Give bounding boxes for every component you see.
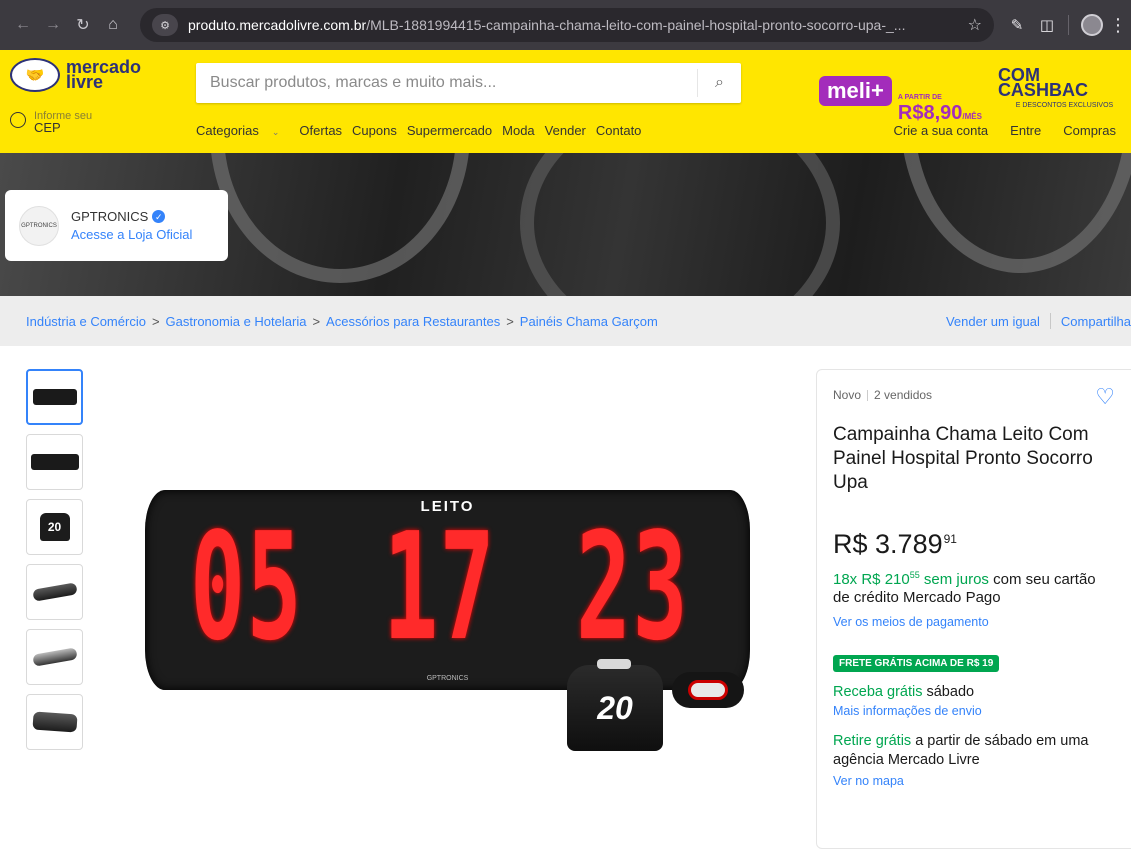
store-logo: GPTRONICS [19, 205, 59, 246]
favorite-heart-icon[interactable]: ♡ [1095, 384, 1115, 410]
nav-moda[interactable]: Moda [502, 123, 535, 138]
breadcrumb-separator: > [312, 313, 321, 329]
account-nav: Crie a sua conta Entre Compras [872, 123, 1117, 138]
sell-same-link[interactable]: Vender um igual [946, 314, 1040, 329]
nav-categorias[interactable]: Categorias ⌄ [196, 123, 289, 138]
product-price: R$ 3.78991 [833, 529, 957, 559]
home-icon[interactable]: ⌂ [98, 10, 128, 40]
url-host: produto.mercadolivre.com.br [188, 17, 367, 33]
main-nav: Categorias ⌄ Ofertas Cupons Supermercado … [196, 123, 651, 138]
thumbnail-panel-side[interactable] [26, 564, 83, 620]
address-bar[interactable]: ⚙ produto.mercadolivre.com.br /MLB-18819… [140, 8, 994, 42]
thumbnail-panel-front[interactable] [26, 369, 83, 425]
product-main-image[interactable]: LEITO 05 17 23 GPTRONICS [145, 490, 750, 690]
logo-wordmark: mercado livre [66, 57, 142, 92]
shipping-info-link[interactable]: Mais informações de envio [833, 704, 1129, 718]
purchases-link[interactable]: Compras [1063, 123, 1116, 138]
browser-toolbar: ← → ↻ ⌂ ⚙ produto.mercadolivre.com.br /M… [0, 0, 1131, 50]
verified-check-icon: ✓ [152, 210, 166, 223]
callbox-thumb-image: 20 [39, 513, 70, 541]
remote-button-image [672, 672, 744, 708]
search-input[interactable] [196, 63, 697, 103]
browser-menu-icon[interactable]: ⋮ [1109, 15, 1127, 36]
product-title: Campainha Chama Leito Com Painel Hospita… [833, 424, 1093, 493]
create-account-link[interactable]: Crie a sua conta [894, 123, 989, 138]
nav-ofertas[interactable]: Ofertas [299, 123, 342, 138]
extensions-puzzle-icon[interactable]: ◫ [1032, 10, 1062, 40]
forward-icon[interactable]: → [38, 10, 68, 40]
banner-decoration [210, 153, 470, 283]
store-banner: GPTRONICS GPTRONICS ✓ Acesse a Loja Ofic… [0, 153, 1131, 296]
search-box: ⌕ [196, 63, 741, 103]
nav-contato[interactable]: Contato [596, 123, 642, 138]
login-link[interactable]: Entre [1010, 123, 1041, 138]
reload-icon[interactable]: ↻ [68, 10, 98, 40]
nav-supermercado[interactable]: Supermercado [407, 123, 492, 138]
installments-info: 18x R$ 21055 sem juros com seu cartão de… [833, 570, 1096, 606]
store-name: GPTRONICS ✓ [71, 208, 192, 226]
site-header: 🤝 mercado livre ⌕ meli+ A PARTIR DE R$8,… [0, 50, 1131, 153]
panel-back-thumb-image [31, 711, 78, 733]
mercado-livre-logo[interactable]: 🤝 mercado livre [10, 58, 141, 92]
breadcrumb-divider [1049, 313, 1051, 329]
official-store-card[interactable]: GPTRONICS GPTRONICS ✓ Acesse a Loja Ofic… [5, 190, 228, 261]
panel-top-thumb-image [31, 647, 78, 667]
url-path: /MLB-1881994415-campainha-chama-leito-co… [366, 17, 906, 33]
pickup-info: Retire grátis a partir de sábado em uma … [833, 733, 1089, 768]
toolbar-divider [1068, 15, 1069, 35]
breadcrumb-item[interactable]: Gastronomia e Hotelaria [166, 314, 307, 329]
map-link[interactable]: Ver no mapa [833, 774, 1129, 788]
breadcrumb-item[interactable]: Acessórios para Restaurantes [326, 314, 500, 329]
banner-decoration [900, 153, 1131, 273]
product-condition: Novo 2 vendidos [833, 388, 933, 402]
breadcrumb-separator: > [506, 313, 514, 329]
search-icon[interactable]: ⌕ [697, 69, 741, 97]
panel-led-digits: 05 17 23 [190, 512, 769, 662]
bookmark-star-icon[interactable]: ☆ [968, 15, 982, 35]
free-shipping-badge: FRETE GRÁTIS ACIMA DE R$ 19 [833, 655, 1000, 672]
nav-cupons[interactable]: Cupons [352, 123, 397, 138]
breadcrumb-item[interactable]: Indústria e Comércio [26, 314, 146, 329]
breadcrumb-separator: > [151, 313, 160, 329]
led-digit-group: 17 [383, 501, 496, 673]
profile-avatar[interactable] [1081, 14, 1103, 36]
thumbnail-panel-top[interactable] [26, 629, 83, 685]
handshake-icon: 🤝 [10, 58, 60, 92]
buy-box: Novo 2 vendidos ♡ Campainha Chama Leito C… [816, 369, 1131, 849]
meli-plus-promo[interactable]: meli+ A PARTIR DE R$8,90/MÊS COM CASHBAC… [819, 58, 1131, 123]
panel-thumb-image [30, 454, 79, 470]
chevron-down-icon: ⌄ [271, 127, 280, 137]
thumbnail-call-box[interactable]: 20 [26, 499, 83, 555]
promo-price: A PARTIR DE R$8,90/MÊS [897, 94, 982, 124]
breadcrumb-item[interactable]: Painéis Chama Garçom [520, 314, 658, 329]
call-box-image: 20 [567, 659, 663, 751]
site-info-icon[interactable]: ⚙ [152, 14, 178, 36]
location-pin-icon [10, 112, 26, 128]
panel-thumb-image [32, 389, 77, 405]
thumbnail-panel-back[interactable] [26, 694, 83, 750]
meli-plus-logo: meli+ [819, 75, 892, 106]
nav-vender[interactable]: Vender [545, 123, 586, 138]
shipping-info: Receba grátis sábado [833, 684, 975, 700]
promo-cashback: COM CASHBAC E DESCONTOS EXCLUSIVOS [997, 65, 1114, 109]
back-icon[interactable]: ← [8, 10, 38, 40]
gallery-thumbnails: 20 [26, 369, 83, 759]
panel-side-thumb-image [31, 582, 78, 602]
thumbnail-panel-angle[interactable] [26, 434, 83, 490]
share-link[interactable]: Compartilha [1061, 314, 1131, 329]
cep-selector[interactable]: Informe seu CEP [10, 110, 92, 134]
led-digit-group: 05 [190, 501, 303, 673]
banner-decoration [520, 153, 840, 296]
payment-methods-link[interactable]: Ver os meios de pagamento [833, 615, 1129, 629]
breadcrumb: Indústria e Comércio > Gastronomia e Hot… [0, 296, 1131, 346]
led-digit-group: 23 [576, 501, 689, 673]
eyedropper-extension-icon[interactable]: ✎ [1002, 10, 1032, 40]
official-store-link[interactable]: Acesse a Loja Oficial [71, 226, 192, 244]
